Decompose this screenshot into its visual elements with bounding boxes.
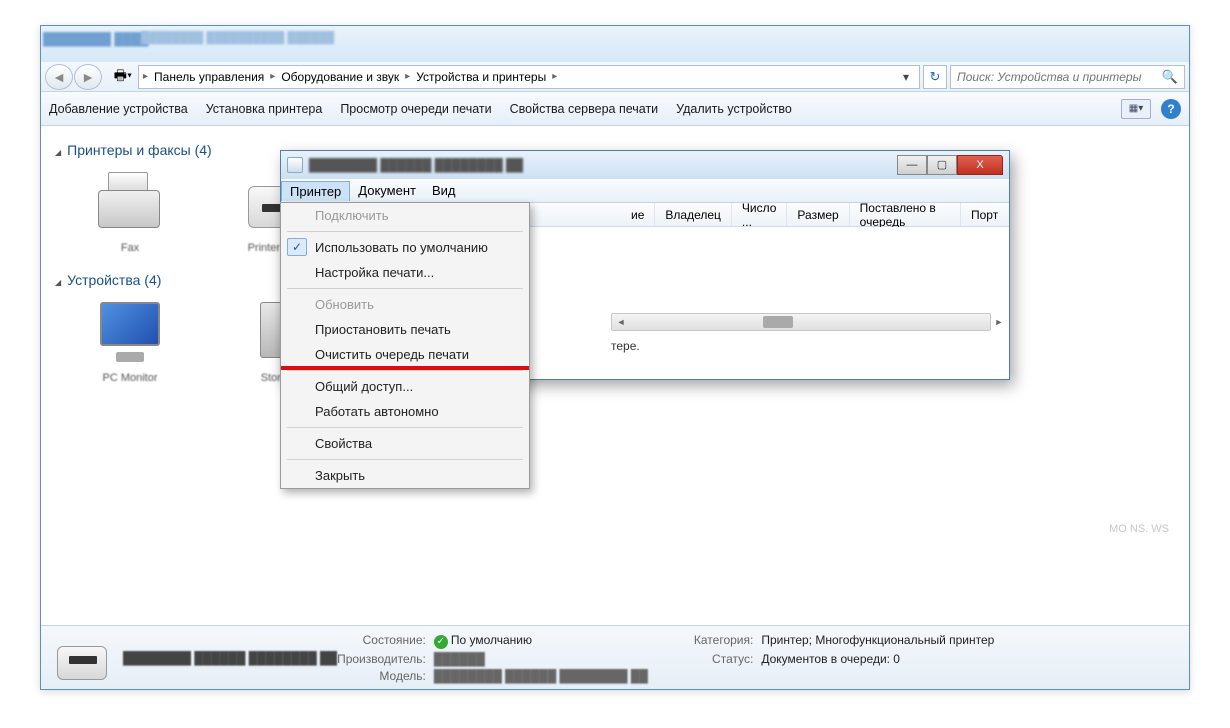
menu-item-use-default[interactable]: ✓ Использовать по умолчанию [281, 235, 529, 260]
menu-item-refresh: Обновить [281, 292, 529, 317]
printer-small-icon [287, 157, 303, 173]
breadcrumb[interactable]: ▸ Панель управления ▸ Оборудование и зву… [138, 65, 920, 89]
manufacturer-value: ██████ [434, 652, 648, 666]
view-mode-button[interactable]: ▦▾ [1121, 99, 1151, 119]
menu-separator [287, 459, 523, 460]
queue-maximize-button[interactable]: ▢ [927, 155, 957, 175]
back-button[interactable]: ◄ [45, 64, 73, 90]
check-icon: ✓ [287, 238, 307, 256]
queue-status-text: тере. [611, 339, 640, 353]
menu-item-connect: Подключить [281, 203, 529, 228]
nav-row: ◄ ► 🖶▾ ▸ Панель управления ▸ Оборудовани… [41, 62, 1189, 92]
fax-icon [90, 168, 170, 236]
menu-item-sharing[interactable]: Общий доступ... [281, 374, 529, 399]
red-highlight-bar [281, 366, 529, 370]
scroll-left-icon[interactable]: ◄ [613, 314, 629, 330]
nav-back-forward: ◄ ► [45, 64, 102, 90]
category-label: Категория: [694, 633, 753, 649]
devices-icon: 🖶▾ [112, 67, 134, 87]
state-value: ✓По умолчанию [434, 633, 648, 649]
device-label: PC Monitor [75, 372, 185, 384]
menu-printer[interactable]: Принтер [281, 181, 350, 201]
col-port[interactable]: Порт [961, 203, 1009, 226]
col-owner[interactable]: Владелец [655, 203, 732, 226]
menu-separator [287, 288, 523, 289]
help-icon[interactable]: ? [1161, 99, 1181, 119]
menu-item-clear-queue[interactable]: Очистить очередь печати [281, 342, 529, 367]
breadcrumb-item-hardware[interactable]: Оборудование и звук [275, 70, 405, 84]
model-value: ████████ ██████ ████████ ██ [434, 669, 648, 683]
state-label: Состояние: [337, 633, 426, 649]
queue-title-text: ████████ ██████ ████████ ██ [309, 158, 523, 172]
queue-close-button[interactable]: X [957, 155, 1003, 175]
status-value: Документов в очереди: 0 [761, 652, 994, 666]
col-pages[interactable]: Число ... [732, 203, 788, 226]
menu-separator [287, 427, 523, 428]
toolbar-view-queue[interactable]: Просмотр очереди печати [340, 102, 491, 116]
details-pane: ████████ ██████ ████████ ██ Состояние: ✓… [41, 625, 1189, 689]
manufacturer-label: Производитель: [337, 652, 426, 666]
queue-title-bar[interactable]: ████████ ██████ ████████ ██ — ▢ X [281, 151, 1009, 179]
menu-item-work-offline[interactable]: Работать автономно [281, 399, 529, 424]
printer-menu-dropdown: Подключить ✓ Использовать по умолчанию Н… [280, 202, 530, 489]
menu-item-pause-print[interactable]: Приостановить печать [281, 317, 529, 342]
title-subtext-blur: ████████ ██████████ ██████ [141, 32, 334, 44]
check-icon: ✓ [434, 635, 448, 649]
toolbar-install-printer[interactable]: Установка принтера [206, 102, 323, 116]
device-monitor[interactable]: PC Monitor [75, 298, 185, 384]
title-text-blur: ████████ ████ [43, 32, 148, 46]
breadcrumb-dropdown[interactable]: ▾ [897, 70, 915, 84]
category-value: Принтер; Многофункциональный принтер [761, 633, 994, 649]
toolbar-server-props[interactable]: Свойства сервера печати [510, 102, 659, 116]
queue-menubar: Принтер Документ Вид [281, 179, 1009, 203]
menu-view[interactable]: Вид [424, 181, 464, 200]
menu-separator [287, 231, 523, 232]
menu-document[interactable]: Документ [350, 181, 424, 200]
breadcrumb-item-control-panel[interactable]: Панель управления [148, 70, 270, 84]
menu-item-close[interactable]: Закрыть [281, 463, 529, 488]
chevron-right-icon: ▸ [552, 71, 557, 82]
col-partial[interactable]: ие [621, 203, 655, 226]
menu-item-properties[interactable]: Свойства [281, 431, 529, 456]
forward-button[interactable]: ► [74, 64, 102, 90]
col-queued[interactable]: Поставлено в очередь [850, 203, 961, 226]
menu-separator [287, 370, 523, 371]
col-size[interactable]: Размер [787, 203, 849, 226]
details-printer-icon [55, 634, 111, 682]
toolbar: Добавление устройства Установка принтера… [41, 92, 1189, 126]
monitor-icon [90, 298, 170, 366]
menu-item-print-settings[interactable]: Настройка печати... [281, 260, 529, 285]
search-input[interactable] [957, 70, 1162, 84]
horizontal-scrollbar[interactable]: ◄ ► [611, 313, 991, 331]
details-device-name: ████████ ██████ ████████ ██ [123, 651, 337, 665]
device-label: Fax [75, 242, 185, 254]
breadcrumb-item-devices[interactable]: Устройства и принтеры [410, 70, 552, 84]
device-fax[interactable]: Fax [75, 168, 185, 254]
search-icon[interactable]: 🔍 [1162, 69, 1178, 85]
scroll-thumb[interactable] [763, 316, 793, 328]
toolbar-remove-device[interactable]: Удалить устройство [676, 102, 792, 116]
status-label: Статус: [694, 652, 753, 666]
search-box[interactable]: 🔍 [950, 65, 1185, 89]
model-label: Модель: [337, 669, 426, 683]
refresh-button[interactable]: ↻ [923, 65, 947, 89]
title-bar: ████████ ████ ████████ ██████████ ██████ [41, 26, 1189, 62]
watermark: MO NS. WS [1109, 524, 1169, 535]
toolbar-add-device[interactable]: Добавление устройства [49, 102, 188, 116]
scroll-right-icon[interactable]: ► [991, 314, 1007, 330]
queue-minimize-button[interactable]: — [897, 155, 927, 175]
